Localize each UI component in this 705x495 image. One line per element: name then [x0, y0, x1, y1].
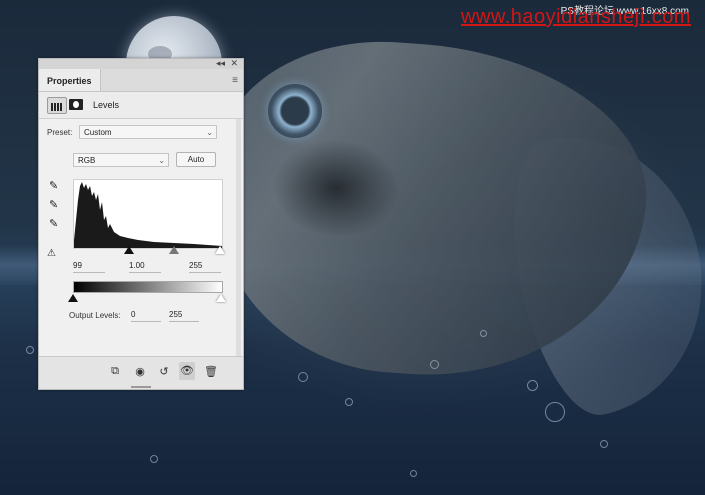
layer-mask-icon[interactable]: [69, 99, 83, 110]
input-white-slider[interactable]: [215, 246, 225, 254]
levels-adjustment-icon[interactable]: [47, 97, 67, 114]
output-black-slider[interactable]: [68, 294, 78, 302]
black-point-dropper-icon[interactable]: ✎: [49, 179, 58, 192]
double-chevron-left-icon[interactable]: ◂◂: [216, 58, 225, 69]
output-gradient: [73, 281, 223, 293]
histogram: [73, 179, 223, 249]
trash-icon[interactable]: 🗑: [203, 365, 219, 378]
preset-label: Preset:: [47, 128, 73, 137]
chevron-down-icon: ⌄: [158, 156, 165, 165]
input-gray-slider[interactable]: [169, 246, 179, 254]
clipping-warning-icon[interactable]: ⚠: [47, 248, 56, 259]
gray-point-dropper-icon[interactable]: ✎: [49, 198, 58, 211]
properties-panel: ◂◂ ✕ Properties ≡ Levels Preset: Custom …: [38, 58, 244, 390]
input-white-field[interactable]: 255: [189, 260, 221, 273]
tab-properties[interactable]: Properties: [39, 69, 101, 91]
output-white-slider[interactable]: [216, 294, 226, 302]
panel-menu-icon[interactable]: ≡: [232, 75, 238, 86]
bubble: [430, 360, 439, 369]
preset-select[interactable]: Custom ⌄: [79, 125, 217, 139]
fish-eye: [268, 84, 322, 138]
watermark: www.haoyidianshejì.com: [461, 6, 691, 28]
auto-button[interactable]: Auto: [176, 152, 216, 167]
adjustment-header: Levels: [39, 92, 243, 119]
panel-footer: ⧉ ◉ ↺ 👁 🗑: [39, 356, 243, 389]
clip-to-layer-icon[interactable]: ⧉: [107, 365, 123, 378]
close-icon[interactable]: ✕: [230, 58, 238, 69]
bubble: [298, 372, 308, 382]
output-white-field[interactable]: 255: [169, 309, 199, 322]
bubble: [26, 346, 34, 354]
channel-select[interactable]: RGB ⌄: [73, 153, 169, 167]
visibility-icon[interactable]: 👁: [179, 362, 195, 380]
adjustment-title: Levels: [93, 100, 120, 110]
chevron-down-icon: ⌄: [206, 128, 213, 137]
bubble: [410, 470, 417, 477]
reset-icon[interactable]: ↺: [156, 365, 172, 378]
preset-value: Custom: [84, 128, 112, 137]
bubble: [600, 440, 608, 448]
bubble: [527, 380, 538, 391]
output-black-field[interactable]: 0: [131, 309, 161, 322]
panel-title-strip: ◂◂ ✕: [39, 58, 243, 69]
channel-value: RGB: [78, 156, 96, 165]
bubble: [345, 398, 353, 406]
bubble: [545, 402, 565, 422]
view-previous-icon[interactable]: ◉: [132, 365, 148, 378]
bubble: [480, 330, 487, 337]
output-levels-label: Output Levels:: [69, 311, 121, 320]
bubble: [150, 455, 158, 463]
input-black-field[interactable]: 99: [73, 260, 105, 273]
levels-content: Preset: Custom ⌄ RGB ⌄ Auto ✎ ✎ ✎ ⚠ 99 1…: [39, 119, 243, 364]
input-mid-field[interactable]: 1.00: [129, 260, 161, 273]
panel-scrollbar[interactable]: [236, 119, 241, 364]
histogram-graph: [74, 182, 222, 248]
resize-grip[interactable]: [131, 386, 151, 388]
input-black-slider[interactable]: [124, 246, 134, 254]
panel-tabbar: Properties ≡: [39, 69, 243, 92]
white-point-dropper-icon[interactable]: ✎: [49, 217, 58, 230]
